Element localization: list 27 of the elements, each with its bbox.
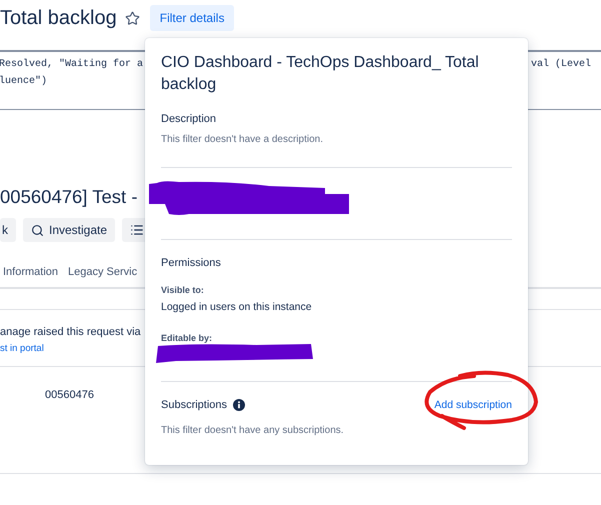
page-title: Total backlog: [0, 6, 117, 30]
field-value: 00560476: [45, 389, 95, 401]
query-text: Resolved, "Waiting for a: [0, 58, 144, 72]
query-text: val (Level: [530, 58, 591, 72]
query-text: luence"): [0, 74, 48, 89]
star-icon[interactable]: [124, 10, 140, 26]
info-icon[interactable]: [233, 399, 246, 411]
field-value: Logged in users on this instance: [161, 301, 313, 313]
tab[interactable]: Information: [3, 266, 58, 282]
description-text: This filter doesn't have a description.: [161, 134, 324, 145]
tab[interactable]: Legacy Servic: [68, 266, 138, 282]
list-icon: [130, 223, 144, 237]
search-icon: [31, 224, 44, 236]
issue-title: 00560476] Test -: [0, 186, 138, 208]
add-subscription-link[interactable]: Add subscription: [434, 399, 512, 411]
request-text: anage raised this request via: [0, 326, 141, 338]
field-label: Editable by:: [161, 333, 214, 343]
subscriptions-text: This filter doesn't have any subscriptions.: [161, 425, 345, 436]
section-heading: Subscriptions: [161, 399, 228, 411]
action-button[interactable]: k: [0, 218, 16, 242]
filter-details-button[interactable]: Filter details: [150, 5, 234, 31]
popup-title: CIO Dashboard - TechOps Dashboard_ Total backlog: [161, 53, 480, 95]
field-label: Visible to:: [161, 285, 205, 295]
portal-link[interactable]: st in portal: [0, 343, 44, 354]
section-heading: Description: [161, 113, 218, 125]
section-heading: Permissions: [161, 257, 222, 269]
action-button[interactable]: Investigate: [23, 218, 116, 242]
